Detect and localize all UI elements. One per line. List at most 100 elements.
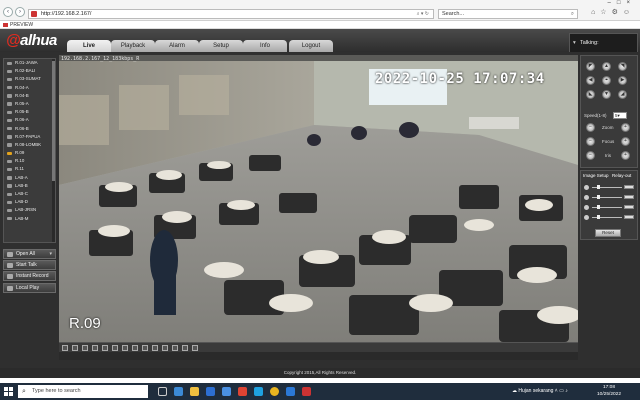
talking-label: Talking: (580, 40, 599, 46)
camera-icon (7, 118, 12, 123)
taskbar-search-input[interactable]: ⌕ Type here to search (18, 385, 148, 398)
tab-setup[interactable]: Setup (199, 40, 243, 52)
tab-image-setup[interactable]: Image Setup (583, 171, 609, 180)
tab-logout[interactable]: Logout (289, 40, 333, 52)
channel-item[interactable]: R.11 (4, 165, 55, 173)
ptz-down-left-button[interactable]: ◣ (586, 90, 595, 99)
talking-dropdown[interactable]: ▾ Talking: (569, 33, 638, 54)
media-icon[interactable] (302, 387, 311, 396)
channel-scrollbar[interactable] (52, 59, 55, 242)
focus-out-button[interactable]: − (586, 137, 595, 146)
ptz-up-left-button[interactable]: ◤ (586, 62, 595, 71)
ptz-down-button[interactable]: ▼ (602, 90, 611, 99)
video-scrollbar[interactable] (59, 352, 578, 360)
channel-item[interactable]: LAB-JRSN (4, 206, 55, 214)
camera-icon (7, 86, 12, 90)
channel-item[interactable]: R.04-A (4, 84, 55, 92)
snapshot-icon[interactable] (142, 345, 148, 351)
weather-widget[interactable]: ☁ Hujan sekarang ˄ ▭ ♪ (512, 388, 568, 394)
ptz-up-button[interactable]: ▲ (602, 62, 611, 71)
channel-item[interactable]: LAB-D (4, 198, 55, 206)
channel-item[interactable]: R.05-B (4, 108, 55, 116)
close-video-icon[interactable] (192, 345, 198, 351)
layout-25-icon[interactable] (102, 345, 108, 351)
mail-icon[interactable] (222, 387, 231, 396)
windows-start-icon[interactable] (4, 387, 13, 396)
store-icon[interactable] (206, 387, 215, 396)
audio-icon[interactable] (182, 345, 188, 351)
office-icon[interactable] (238, 387, 247, 396)
ptz-center-button[interactable]: ⌖ (602, 76, 611, 85)
edge-icon[interactable] (174, 387, 183, 396)
channel-item[interactable]: LAB-A (4, 174, 55, 182)
layout-1-icon[interactable] (62, 345, 68, 351)
word-icon[interactable] (286, 387, 295, 396)
contrast-slider[interactable] (592, 195, 636, 199)
layout-4-icon[interactable] (72, 345, 78, 351)
local-play-button[interactable]: Local Play (3, 283, 56, 293)
channel-item[interactable]: R.06-A (4, 116, 55, 124)
channel-item[interactable]: R.10 (4, 157, 55, 165)
file-explorer-icon[interactable] (190, 387, 199, 396)
ie-icon[interactable] (254, 387, 263, 396)
channel-item[interactable]: R.01-JAWA (4, 59, 55, 67)
channel-item[interactable]: R.02-BALI (4, 67, 55, 75)
camera-video-feed[interactable]: 192.168.2.167_12_183kbps_R 2022-10-25 17… (59, 55, 578, 342)
fit-icon[interactable] (122, 345, 128, 351)
start-talk-button[interactable]: Start Talk (3, 260, 56, 270)
channel-label: LAB-B (15, 182, 28, 188)
channel-item[interactable]: R.09 (4, 149, 55, 157)
channel-item[interactable]: R.04-B (4, 92, 55, 100)
window-icon (7, 251, 13, 257)
zoom-out-button[interactable]: − (586, 123, 595, 132)
browser-tab[interactable]: PREVIEW (2, 21, 39, 29)
fullscreen-icon[interactable] (112, 345, 118, 351)
focus-in-button[interactable]: + (621, 137, 630, 146)
tab-alarm[interactable]: Alarm (155, 40, 199, 52)
channel-item[interactable]: LAB-M (4, 215, 55, 223)
layout-9-icon[interactable] (82, 345, 88, 351)
tab-info[interactable]: Info (243, 40, 287, 52)
prev-page-icon[interactable] (152, 345, 158, 351)
tab-playback[interactable]: Playback (111, 40, 155, 52)
open-all-button[interactable]: Open All ▾ (3, 249, 56, 259)
channel-item[interactable]: R.08-LOMBK (4, 141, 55, 149)
back-button[interactable]: ‹ (3, 7, 13, 17)
channel-item[interactable]: R.05-A (4, 100, 55, 108)
ptz-right-button[interactable]: ▶ (618, 76, 627, 85)
hue-slider[interactable] (592, 215, 636, 219)
forward-button[interactable]: › (15, 7, 25, 17)
tab-live[interactable]: Live (67, 40, 111, 52)
channel-item[interactable]: R.03-SUMAT (4, 75, 55, 83)
saturation-slider[interactable] (592, 205, 636, 209)
ptz-left-button[interactable]: ◀ (586, 76, 595, 85)
window-controls[interactable]: –□× (608, 0, 636, 6)
iris-close-button[interactable]: − (586, 151, 595, 160)
aspect-icon[interactable] (132, 345, 138, 351)
search-icon[interactable]: ⌕ (571, 10, 574, 18)
channel-item[interactable]: LAB-B (4, 182, 55, 190)
channel-label: R.04-B (15, 92, 29, 98)
instant-record-button[interactable]: Instant Record (3, 271, 56, 281)
refresh-icon[interactable]: ⌕ ▾ ↻ (417, 10, 429, 18)
browser-tools-icons[interactable]: ⌂☆⚙☺ (591, 8, 635, 16)
layout-16-icon[interactable] (92, 345, 98, 351)
channel-item[interactable]: R.06-B (4, 125, 55, 133)
speed-select[interactable]: 5▾ (613, 112, 627, 119)
browser-search-input[interactable]: Search... ⌕ (438, 9, 578, 19)
zoom-in-button[interactable]: + (621, 123, 630, 132)
task-view-icon[interactable] (158, 387, 167, 396)
channel-item[interactable]: LAB-C (4, 190, 55, 198)
record-icon[interactable] (172, 345, 178, 351)
tab-relay-out[interactable]: Relay-out (612, 171, 631, 180)
next-page-icon[interactable] (162, 345, 168, 351)
iris-open-button[interactable]: + (621, 151, 630, 160)
ptz-up-right-button[interactable]: ◥ (618, 62, 627, 71)
brightness-slider[interactable] (592, 185, 636, 189)
channel-item[interactable]: R.07-PAPUA (4, 133, 55, 141)
system-clock[interactable]: 17:08 10/25/2022 (594, 385, 624, 398)
ptz-down-right-button[interactable]: ◢ (618, 90, 627, 99)
address-bar[interactable]: http://192.168.2.167/ ⌕ ▾ ↻ (28, 9, 434, 19)
chrome-icon[interactable] (270, 387, 279, 396)
reset-button[interactable]: Reset (595, 229, 621, 237)
